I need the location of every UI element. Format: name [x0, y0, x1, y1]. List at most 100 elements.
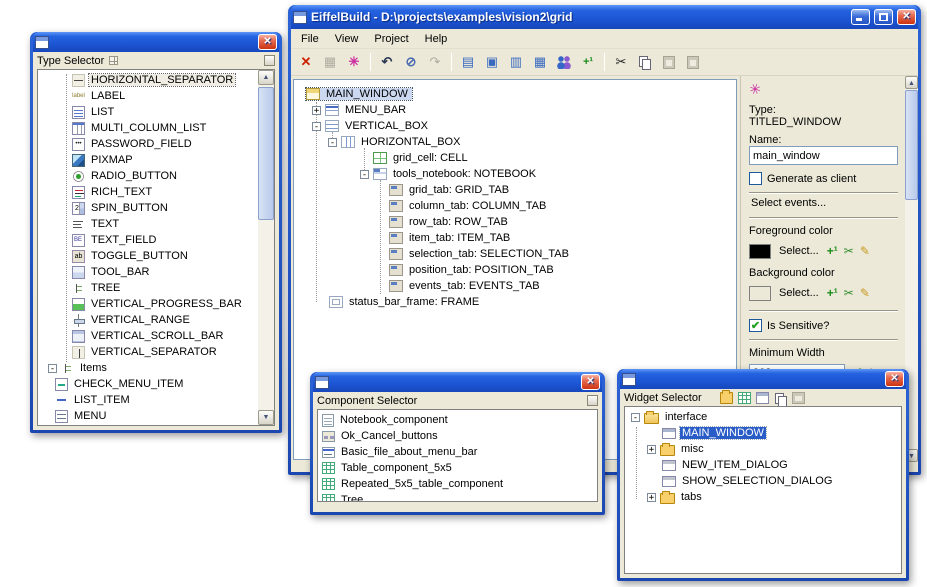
- pencil-icon[interactable]: ✎: [860, 244, 870, 258]
- list-item[interactable]: VERTICAL_PROGRESS_BAR: [38, 296, 274, 312]
- paste-icon[interactable]: [792, 392, 805, 404]
- insert-button[interactable]: [682, 51, 704, 73]
- select-events-button[interactable]: Select events...: [749, 196, 898, 210]
- generate-as-client-checkbox[interactable]: [749, 172, 762, 185]
- window-grid-button[interactable]: ▣: [481, 51, 503, 73]
- list-item[interactable]: Repeated_5x5_table_component: [318, 476, 597, 492]
- tree-row[interactable]: SHOW_SELECTION_DIALOG: [625, 473, 901, 489]
- users-button[interactable]: [553, 51, 575, 73]
- tree-row[interactable]: column_tab: COLUMN_TAB: [294, 198, 736, 214]
- copy-icon[interactable]: [774, 392, 787, 404]
- list-item[interactable]: VERTICAL_SCROLL_BAR: [38, 328, 274, 344]
- maximize-button[interactable]: [874, 9, 893, 25]
- scroll-up-button[interactable]: [905, 76, 918, 89]
- tree-row[interactable]: MAIN_WINDOW: [294, 86, 736, 102]
- tree-row[interactable]: tabs: [625, 489, 901, 505]
- list-item[interactable]: HORIZONTAL_SEPARATOR: [38, 72, 274, 88]
- is-sensitive-row[interactable]: Is Sensitive?: [749, 319, 898, 332]
- name-input[interactable]: [749, 146, 898, 165]
- cut-button[interactable]: ✂: [610, 51, 632, 73]
- scrollbar-thumb[interactable]: [258, 87, 274, 220]
- list-item[interactable]: VERTICAL_SEPARATOR: [38, 344, 274, 360]
- add-constant-button[interactable]: +¹: [577, 51, 599, 73]
- collapse-toggle[interactable]: [328, 138, 337, 147]
- panel-options-button[interactable]: [264, 55, 275, 66]
- list-item[interactable]: MULTI_COLUMN_LIST: [38, 120, 274, 136]
- undo-button[interactable]: ↶: [376, 51, 398, 73]
- pencil-icon[interactable]: ✎: [860, 286, 870, 300]
- background-color-swatch[interactable]: [749, 286, 771, 301]
- collapse-toggle[interactable]: [360, 170, 369, 179]
- tree-row[interactable]: item_tab: ITEM_TAB: [294, 230, 736, 246]
- list-item[interactable]: Ok_Cancel_buttons: [318, 428, 597, 444]
- expand-toggle[interactable]: [312, 106, 321, 115]
- list-item[interactable]: •••PASSWORD_FIELD: [38, 136, 274, 152]
- collapse-toggle[interactable]: [48, 364, 57, 373]
- tree-row[interactable]: row_tab: ROW_TAB: [294, 214, 736, 230]
- unlink-button[interactable]: ⊘: [400, 51, 422, 73]
- add-table-icon[interactable]: [738, 392, 751, 404]
- close-button[interactable]: [258, 34, 277, 50]
- tree-row[interactable]: selection_tab: SELECTION_TAB: [294, 246, 736, 262]
- main-titlebar[interactable]: EiffelBuild - D:\projects\examples\visio…: [291, 5, 918, 29]
- list-item[interactable]: TOOL_BAR: [38, 264, 274, 280]
- collapse-toggle[interactable]: [631, 413, 640, 422]
- minimize-button[interactable]: [851, 9, 870, 25]
- list-item[interactable]: PIXMAP: [38, 152, 274, 168]
- window-rows-button[interactable]: ▦: [529, 51, 551, 73]
- list-item[interactable]: 2SPIN_BUTTON: [38, 200, 274, 216]
- list-item[interactable]: Basic_file_about_menu_bar: [318, 444, 597, 460]
- close-button[interactable]: [897, 9, 916, 25]
- background-select-button[interactable]: Select...: [777, 286, 821, 300]
- save-button[interactable]: ▦: [319, 51, 341, 73]
- tree-row[interactable]: interface: [625, 409, 901, 425]
- close-button[interactable]: [581, 374, 600, 390]
- list-item[interactable]: RICH_TEXT: [38, 184, 274, 200]
- list-item[interactable]: Notebook_component: [318, 412, 597, 428]
- tree-row[interactable]: misc: [625, 441, 901, 457]
- tree-row[interactable]: grid_cell: CELL: [294, 150, 736, 166]
- plus-one-icon[interactable]: +¹: [827, 286, 838, 300]
- list-item[interactable]: abTOGGLE_BUTTON: [38, 248, 274, 264]
- window-columns-button[interactable]: ▥: [505, 51, 527, 73]
- menu-view[interactable]: View: [327, 31, 367, 47]
- close-button[interactable]: [885, 371, 904, 387]
- list-item[interactable]: LIST_ITEM: [38, 392, 274, 408]
- plus-one-icon[interactable]: +¹: [827, 244, 838, 258]
- redo-button[interactable]: ↷: [424, 51, 446, 73]
- list-item[interactable]: Tree: [318, 492, 597, 502]
- foreground-select-button[interactable]: Select...: [777, 244, 821, 258]
- menu-project[interactable]: Project: [366, 31, 416, 47]
- build-button[interactable]: ▤: [457, 51, 479, 73]
- folder-icon[interactable]: [720, 392, 733, 404]
- list-item[interactable]: labelLABEL: [38, 88, 274, 104]
- add-window-icon[interactable]: [756, 392, 769, 404]
- list-item[interactable]: RADIO_BUTTON: [38, 168, 274, 184]
- tree-row[interactable]: position_tab: POSITION_TAB: [294, 262, 736, 278]
- expand-toggle[interactable]: [647, 445, 656, 454]
- list-item[interactable]: MENU: [38, 408, 274, 424]
- list-item[interactable]: BETEXT_FIELD: [38, 232, 274, 248]
- scissors-icon[interactable]: ✂: [844, 244, 854, 258]
- component-selector-titlebar[interactable]: [313, 372, 602, 392]
- list-item[interactable]: CHECK_MENU_ITEM: [38, 376, 274, 392]
- wand-button[interactable]: ✳: [343, 51, 365, 73]
- tree-row[interactable]: NEW_ITEM_DIALOG: [625, 457, 901, 473]
- collapse-toggle[interactable]: [312, 122, 321, 131]
- expand-toggle[interactable]: [647, 493, 656, 502]
- vertical-scrollbar[interactable]: [258, 70, 274, 425]
- generate-as-client-row[interactable]: Generate as client: [749, 172, 898, 185]
- tree-row[interactable]: HORIZONTAL_BOX: [294, 134, 736, 150]
- foreground-color-swatch[interactable]: [749, 244, 771, 259]
- scrollbar-thumb[interactable]: [905, 90, 918, 200]
- list-item[interactable]: VERTICAL_RANGE: [38, 312, 274, 328]
- tree-node-items[interactable]: Items: [38, 360, 274, 376]
- tree-row[interactable]: VERTICAL_BOX: [294, 118, 736, 134]
- scroll-up-button[interactable]: [258, 70, 274, 85]
- copy-button[interactable]: [634, 51, 656, 73]
- tree-row[interactable]: events_tab: EVENTS_TAB: [294, 278, 736, 294]
- tree-row[interactable]: tools_notebook: NOTEBOOK: [294, 166, 736, 182]
- widget-selector-titlebar[interactable]: [620, 369, 906, 389]
- list-item[interactable]: TREE: [38, 280, 274, 296]
- is-sensitive-checkbox[interactable]: [749, 319, 762, 332]
